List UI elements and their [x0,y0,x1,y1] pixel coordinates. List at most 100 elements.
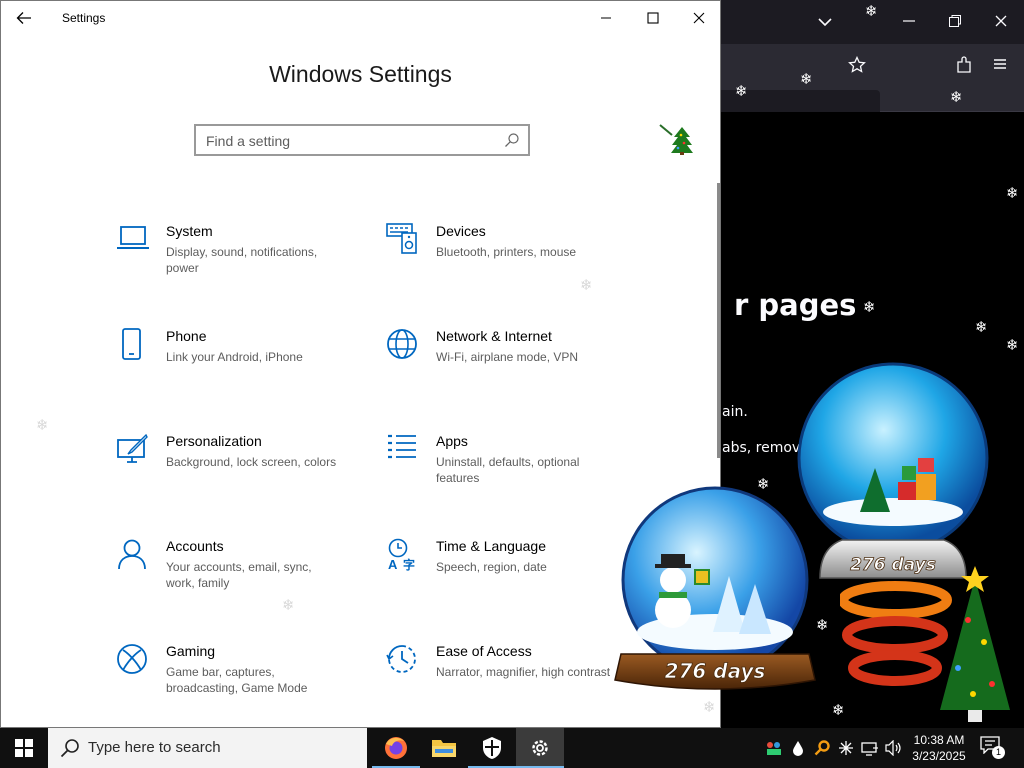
browser-close-icon[interactable] [994,14,1008,31]
taskbar-search-box[interactable]: Type here to search [48,728,367,768]
xbox-icon [117,644,147,674]
browser-restore-icon[interactable] [948,14,962,31]
menu-hamburger-icon[interactable] [992,56,1008,75]
tile-description: Bluetooth, printers, mouse [436,245,577,259]
tile-description: Display, sound, notifications, power [166,245,318,275]
taskbar: Type here to search 10:38 AM 3/23/2025 1 [0,728,1024,768]
snowflake-icon: ❄ [735,82,748,100]
windows-logo-icon [15,739,33,757]
people-tray-icon[interactable] [764,738,784,758]
taskbar-file-explorer-button[interactable] [420,728,468,768]
tile-title: Devices [436,223,486,239]
taskbar-firefox-button[interactable] [372,728,420,768]
action-center-button[interactable]: 1 [980,736,1006,760]
taskbar-clock[interactable]: 10:38 AM 3/23/2025 [906,732,972,764]
search-icon[interactable] [504,132,520,148]
clock-time: 10:38 AM [913,733,965,747]
tile-time-language[interactable]: A字 Time & Language Speech, region, date [386,538,636,618]
tile-ease-of-access[interactable]: Ease of Access Narrator, magnifier, high… [386,643,636,723]
browser-minimize-icon[interactable] [902,14,916,31]
tile-personalization[interactable]: Personalization Background, lock screen,… [116,433,366,513]
tile-description: Game bar, captures, broadcasting, Game M… [166,665,308,695]
tile-title: Phone [166,328,207,344]
settings-search-input[interactable] [206,131,496,151]
tile-network-internet[interactable]: Network & Internet Wi-Fi, airplane mode,… [386,328,636,408]
snowflake-icon: ❄ [1006,184,1019,202]
close-icon [693,12,705,24]
tile-description: Uninstall, defaults, optional features [436,455,580,485]
tile-description: Narrator, magnifier, high contrast [436,665,611,679]
tile-title: System [166,223,213,239]
gear-icon [532,740,548,756]
tile-accounts[interactable]: Accounts Your accounts, email, sync, wor… [116,538,366,618]
globe-days-label: 276 days [665,659,766,683]
settings-search-box[interactable] [194,124,530,156]
browser-text-fragment: ain. [722,404,748,420]
folder-icon [432,740,456,757]
snowflake-icon: ❄ [865,2,878,20]
minimize-button[interactable] [591,7,621,29]
tile-title: Gaming [166,643,216,659]
notification-count-badge: 1 [992,746,1005,759]
page-title: Windows Settings [269,61,452,87]
shield-icon [483,737,501,759]
drop-tray-icon[interactable] [788,738,808,758]
extensions-icon[interactable] [955,56,973,77]
taskbar-search-placeholder[interactable]: Type here to search [88,739,221,756]
snowflake-icon: ❄ [282,596,295,614]
minimize-icon [601,17,611,19]
person-icon [118,539,146,570]
maximize-button[interactable] [638,7,668,29]
christmas-tree-icon [659,124,693,155]
snowflake-icon: ❄ [950,88,963,106]
globe-icon [387,329,417,359]
taskbar-settings-button[interactable] [516,728,564,768]
firefox-icon [385,737,407,759]
tile-system[interactable]: System Display, sound, notifications, po… [116,223,366,303]
tile-apps[interactable]: Apps Uninstall, defaults, optional featu… [386,433,636,513]
search-app-tray-icon[interactable] [812,738,832,758]
tile-title: Network & Internet [436,328,552,344]
tile-phone[interactable]: Phone Link your Android, iPhone [116,328,366,408]
brightness-tray-icon[interactable] [836,738,856,758]
browser-heading-fragment: r pages [734,288,857,322]
back-arrow-icon [16,12,31,24]
tile-devices[interactable]: Devices Bluetooth, printers, mouse [386,223,636,303]
start-button[interactable] [0,728,48,768]
clock-date: 3/23/2025 [912,749,966,763]
volume-tray-icon[interactable] [884,738,904,758]
snowflake-icon: ❄ [975,318,988,336]
window-title: Settings [62,11,106,25]
laptop-icon [117,226,149,249]
search-icon [60,739,79,758]
taskbar-security-button[interactable] [468,728,516,768]
tile-title: Ease of Access [436,643,532,659]
svg-text:字: 字 [403,557,415,572]
time-language-icon: A字 [388,538,415,572]
christmas-tree-decoration [840,566,1010,722]
tile-title: Time & Language [436,538,546,554]
svg-text:A: A [388,557,398,572]
snowflake-icon: ❄ [580,276,593,294]
snow-globe-small: 276 days [614,486,816,690]
snowflake-icon: ❄ [36,416,49,434]
tile-title: Accounts [166,538,224,554]
maximize-icon [647,12,659,24]
network-tray-icon[interactable] [860,738,880,758]
tile-description: Link your Android, iPhone [166,350,303,364]
browser-toolbar [720,44,1024,126]
bookmark-star-icon[interactable] [848,55,866,77]
phone-icon [122,328,141,360]
vertical-scrollbar[interactable] [717,183,720,458]
app-list-icon [388,434,416,459]
close-button[interactable] [684,7,714,29]
ease-of-access-icon [386,645,416,673]
settings-titlebar: Settings [1,1,720,35]
snowflake-icon: ❄ [1006,336,1019,354]
tab-list-chevron-icon[interactable] [818,14,832,30]
snowflake-icon: ❄ [800,70,813,88]
back-button[interactable] [11,7,37,29]
tile-gaming[interactable]: Gaming Game bar, captures, broadcasting,… [116,643,366,723]
snowflake-icon: ❄ [863,298,876,316]
tile-description: Your accounts, email, sync, work, family [166,560,312,590]
